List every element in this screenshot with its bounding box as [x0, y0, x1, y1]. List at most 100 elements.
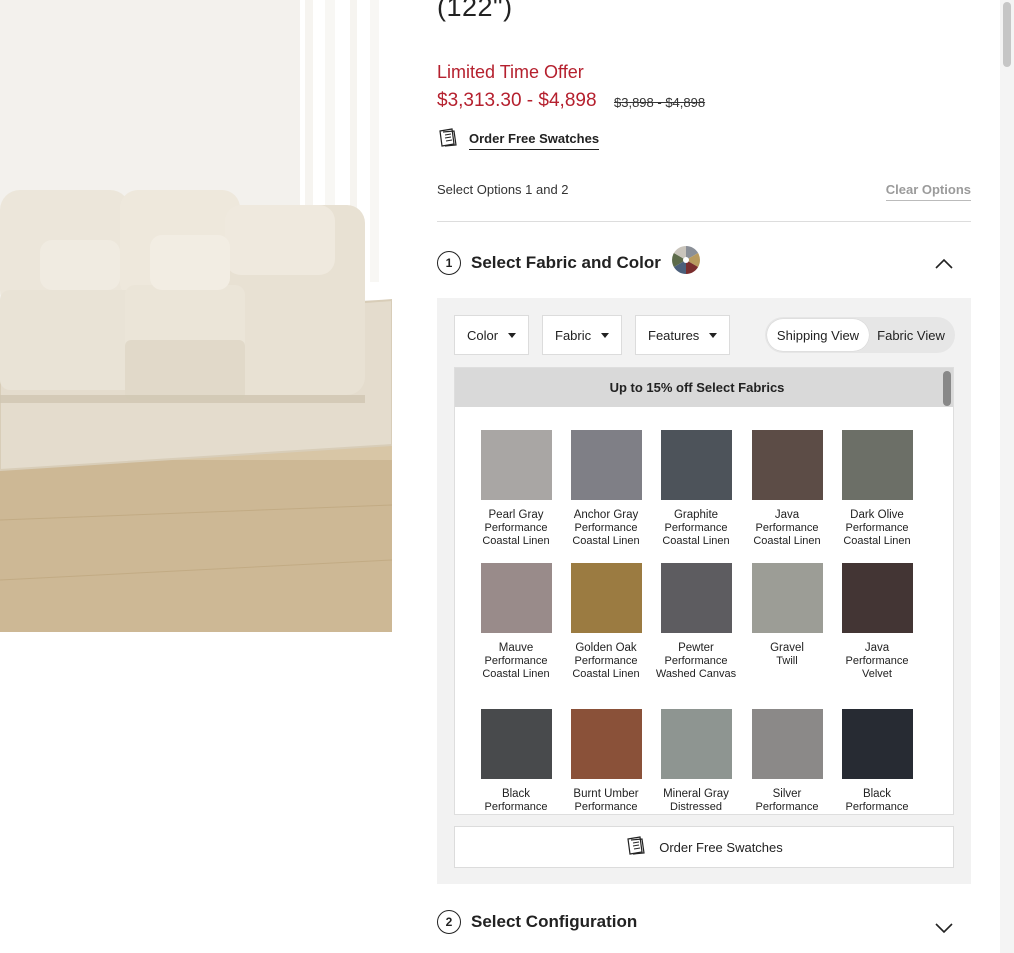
fabric-swatch[interactable]: Golden Oak Performance Coastal Linen: [561, 563, 651, 681]
swatch-fabric: Performance: [845, 801, 909, 813]
fabric-swatch[interactable]: Pearl Gray Performance Coastal Linen: [471, 430, 561, 548]
fabric-swatch[interactable]: Black Performance: [832, 709, 922, 814]
swatch-color-chip: [751, 709, 823, 779]
swatch-color-chip: [660, 563, 732, 633]
step-1-title: Select Fabric and Color: [471, 252, 661, 272]
product-image: [0, 0, 392, 632]
swatch-fabric: Distressed: [670, 801, 722, 813]
chevron-up-icon[interactable]: [935, 256, 953, 274]
features-filter-dropdown[interactable]: Features: [635, 315, 731, 355]
page-scrollbar-thumb[interactable]: [1003, 2, 1011, 67]
order-free-swatches-label: Order Free Swatches: [659, 839, 783, 855]
step-2-header[interactable]: 2 Select Configuration: [437, 910, 637, 934]
swatch-name: Anchor Gray: [573, 509, 639, 521]
step-1-header[interactable]: 1 Select Fabric and Color: [437, 245, 701, 280]
swatch-fabric: Performance Coastal Linen: [482, 522, 550, 547]
fabric-swatch[interactable]: Dark Olive Performance Coastal Linen: [832, 430, 922, 548]
order-swatches-link[interactable]: Order Free Swatches: [437, 128, 600, 153]
swatch-fabric: Performance Washed Canvas: [655, 655, 737, 680]
fabric-swatch[interactable]: Graphite Performance Coastal Linen: [651, 430, 741, 548]
swatch-name: Pewter: [678, 642, 714, 654]
order-swatches-label: Order Free Swatches: [469, 131, 600, 150]
features-filter-label: Features: [648, 327, 700, 343]
swatch-name: Golden Oak: [575, 642, 637, 654]
divider: [437, 221, 971, 222]
promo-banner: Up to 15% off Select Fabrics: [455, 368, 953, 407]
select-options-text: Select Options 1 and 2: [437, 182, 569, 197]
swatch-color-chip: [660, 709, 732, 779]
fabric-swatch[interactable]: Burnt Umber Performance: [561, 709, 651, 814]
swatch-name: Dark Olive: [850, 509, 904, 521]
swatch-color-chip: [841, 709, 913, 779]
swatch-name: Gravel: [770, 642, 804, 654]
swatch-name: Java: [774, 509, 800, 521]
swatch-fabric: Performance: [574, 801, 638, 813]
swatch-color-chip: [570, 563, 642, 633]
limited-offer-label: Limited Time Offer: [437, 62, 584, 82]
page-scrollbar[interactable]: [1000, 0, 1014, 953]
swatch-fabric: Performance Coastal Linen: [482, 655, 550, 680]
fabric-swatch[interactable]: Gravel Twill: [742, 563, 832, 668]
swatch-name: Black: [862, 788, 892, 800]
fabric-swatch[interactable]: Black Performance: [471, 709, 561, 814]
swatch-name: Mauve: [498, 642, 534, 654]
swatch-fabric: Performance: [484, 801, 548, 813]
sale-price: $3,313.30 - $4,898: [437, 90, 597, 111]
fabric-filter-dropdown[interactable]: Fabric: [542, 315, 623, 355]
swatch-color-chip: [570, 709, 642, 779]
fabric-swatch[interactable]: Silver Performance: [742, 709, 832, 814]
swatch-color-chip: [660, 430, 732, 500]
color-wheel-icon: [671, 245, 701, 280]
fabric-selector: Color Fabric Features Shipping View Fabr…: [437, 298, 971, 884]
swatch-fabric: Performance Coastal Linen: [572, 655, 640, 680]
swatch-color-chip: [751, 430, 823, 500]
swatch-grid: Up to 15% off Select Fabrics Pearl Gray P…: [454, 367, 954, 815]
swatch-fabric: Performance Coastal Linen: [662, 522, 730, 547]
fabric-swatch[interactable]: Java Performance Velvet: [832, 563, 922, 681]
swatch-color-chip: [480, 709, 552, 779]
caret-down-icon: [709, 332, 718, 338]
view-toggle: Shipping View Fabric View: [765, 317, 955, 353]
swatch-name: Black: [501, 788, 531, 800]
step-1-number: 1: [437, 250, 461, 275]
fabric-swatch[interactable]: Mauve Performance Coastal Linen: [471, 563, 561, 681]
swatch-grid-scrollbar[interactable]: [943, 371, 951, 406]
swatch-color-chip: [751, 563, 823, 633]
fabric-view-toggle[interactable]: Fabric View: [869, 319, 953, 351]
swatch-color-chip: [841, 563, 913, 633]
original-price: $3,898 - $4,898: [614, 95, 706, 110]
swatch-fabric: Performance: [755, 801, 819, 813]
shipping-view-toggle[interactable]: Shipping View: [767, 319, 869, 351]
fabric-swatch[interactable]: Pewter Performance Washed Canvas: [651, 563, 741, 681]
clear-options-button[interactable]: Clear Options: [885, 182, 971, 201]
swatch-name: Burnt Umber: [573, 788, 639, 800]
caret-down-icon: [601, 332, 610, 338]
fabric-swatch[interactable]: Java Performance Coastal Linen: [742, 430, 832, 548]
color-filter-label: Color: [467, 327, 499, 343]
swatch-color-chip: [841, 430, 913, 500]
swatch-name: Pearl Gray: [488, 509, 544, 521]
product-options-panel: (122") Limited Time Offer $3,313.30 - $4…: [437, 0, 971, 953]
swatch-book-icon: [437, 128, 459, 153]
order-free-swatches-button[interactable]: Order Free Swatches: [454, 826, 954, 868]
step-2-title: Select Configuration: [471, 912, 638, 931]
fabric-filter-label: Fabric: [555, 327, 592, 343]
swatch-fabric: Twill: [776, 655, 798, 667]
swatch-fabric: Performance Coastal Linen: [843, 522, 911, 547]
swatch-color-chip: [480, 563, 552, 633]
sectional-sofa-photo: [0, 0, 392, 632]
fabric-swatch[interactable]: Mineral Gray Distressed: [651, 709, 741, 814]
swatch-fabric: Performance Coastal Linen: [572, 522, 640, 547]
swatch-book-icon: [625, 835, 649, 859]
color-filter-dropdown[interactable]: Color: [454, 315, 530, 355]
swatch-name: Mineral Gray: [663, 788, 729, 800]
swatch-name: Java: [864, 642, 890, 654]
swatch-name: Graphite: [673, 509, 719, 521]
caret-down-icon: [508, 332, 517, 338]
swatch-color-chip: [570, 430, 642, 500]
step-2-number: 2: [437, 910, 461, 934]
swatch-fabric: Performance Velvet: [845, 655, 909, 680]
swatch-fabric: Performance Coastal Linen: [753, 522, 821, 547]
chevron-down-icon[interactable]: [935, 921, 953, 939]
fabric-swatch[interactable]: Anchor Gray Performance Coastal Linen: [561, 430, 651, 548]
